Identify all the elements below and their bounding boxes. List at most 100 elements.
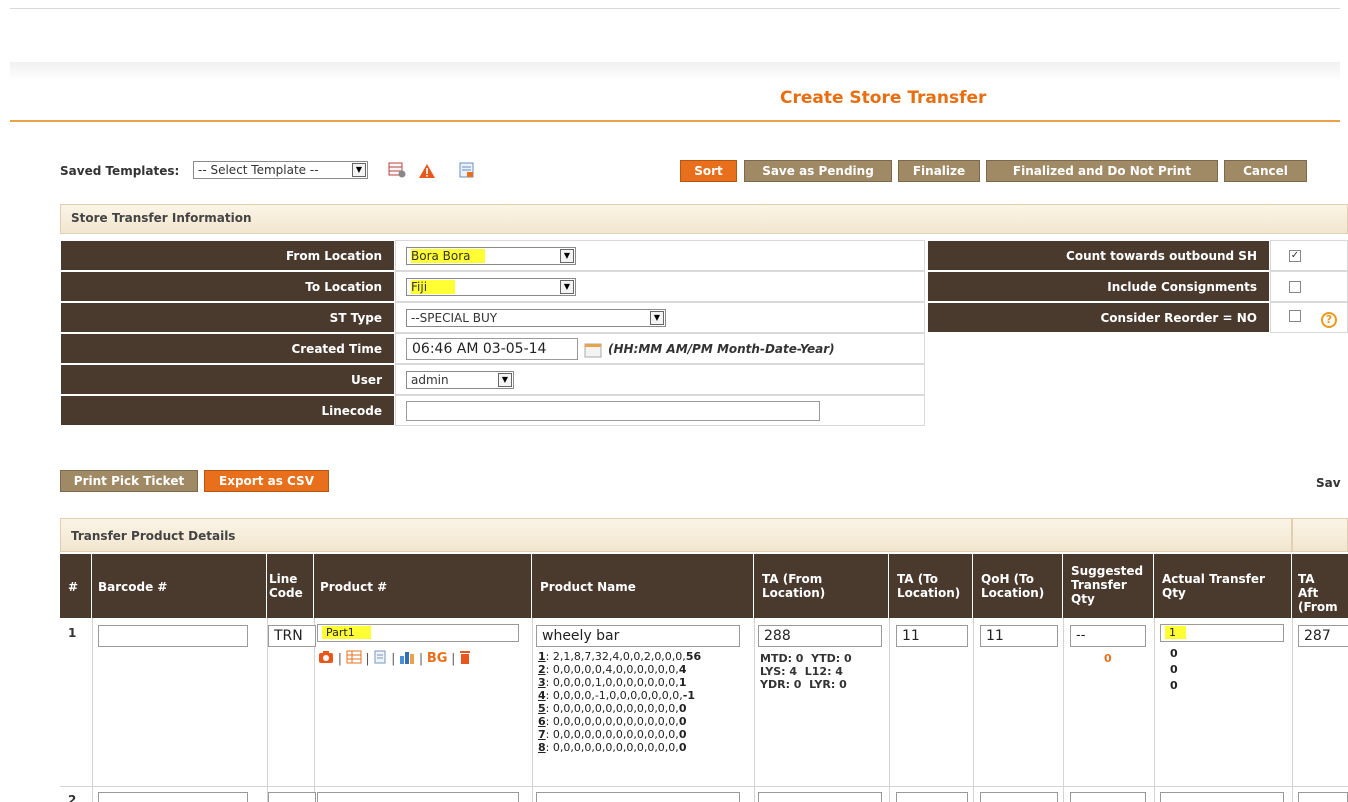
- line-code-input[interactable]: TRN: [268, 625, 316, 647]
- cancel-button[interactable]: Cancel: [1224, 160, 1307, 182]
- line-code-input[interactable]: [268, 792, 316, 802]
- created-time-row: Created Time 06:46 AM 03-05-14 (HH:MM AM…: [60, 333, 925, 364]
- from-location-select[interactable]: Bora Bora ▼: [406, 247, 576, 265]
- col-ta-to: TA (To Location): [889, 554, 973, 618]
- include-consignments-checkbox[interactable]: [1289, 281, 1301, 293]
- history-line: 5: 0,0,0,0,0,0,0,0,0,0,0,0,0: [538, 702, 687, 715]
- calendar-icon[interactable]: [584, 342, 602, 358]
- sort-button[interactable]: Sort: [680, 160, 737, 182]
- help-icon[interactable]: ?: [1321, 312, 1337, 328]
- col-product: Product #: [314, 554, 532, 618]
- barcode-input[interactable]: [98, 625, 248, 647]
- col-product-name: Product Name: [532, 554, 754, 618]
- user-value: admin: [411, 373, 449, 387]
- chevron-down-icon: ▼: [352, 163, 366, 177]
- from-location-value: Bora Bora: [411, 249, 485, 263]
- bg-icon[interactable]: BG: [427, 651, 448, 666]
- warning-icon[interactable]: [418, 163, 436, 179]
- chevron-down-icon: ▼: [650, 311, 664, 325]
- store-info-table: From Location Bora Bora ▼ To Location Fi…: [60, 240, 925, 426]
- from-location-row: From Location Bora Bora ▼: [60, 240, 925, 271]
- history-line: 1: 2,1,8,7,32,4,0,0,2,0,0,0,56: [538, 650, 702, 663]
- user-cell: admin ▼: [395, 364, 925, 395]
- product-input[interactable]: Part1: [317, 624, 519, 642]
- created-time-input[interactable]: 06:46 AM 03-05-14: [406, 338, 578, 360]
- page-title: Create Store Transfer: [780, 88, 987, 108]
- linecode-input[interactable]: [406, 401, 820, 421]
- col-num: #: [60, 554, 92, 618]
- camera-icon[interactable]: [318, 650, 334, 667]
- separator: |: [337, 651, 342, 666]
- trash-icon[interactable]: [459, 650, 471, 667]
- col-ta-after-label: TA Aft (From: [1298, 572, 1338, 614]
- consider-reorder-checkbox[interactable]: [1289, 310, 1301, 322]
- st-type-select[interactable]: --SPECIAL BUY ▼: [406, 309, 666, 327]
- history-line: 3: 0,0,0,0,1,0,0,0,0,0,0,0,1: [538, 676, 687, 689]
- qoh-to-input[interactable]: 11: [980, 625, 1058, 647]
- row-number: 1: [68, 626, 77, 640]
- finalize-no-print-button[interactable]: Finalized and Do Not Print: [986, 160, 1218, 182]
- separator: |: [451, 651, 456, 666]
- chevron-down-icon: ▼: [560, 249, 574, 263]
- ta-from-input[interactable]: 288: [758, 625, 882, 647]
- count-outbound-checkbox[interactable]: ✓: [1289, 250, 1301, 262]
- stat-ydr: YDR: 0: [760, 678, 802, 691]
- document-icon[interactable]: [373, 650, 387, 667]
- col-qoh-to: QoH (To Location): [973, 554, 1063, 618]
- actual-qty-input[interactable]: [1160, 792, 1284, 802]
- barcode-input[interactable]: [98, 792, 248, 802]
- history-line: 6: 0,0,0,0,0,0,0,0,0,0,0,0,0: [538, 715, 687, 728]
- history-line: 7: 0,0,0,0,0,0,0,0,0,0,0,0,0: [538, 728, 687, 741]
- to-location-label: To Location: [60, 271, 395, 302]
- grid-header: # Barcode # Line Code Product # Product …: [60, 554, 1348, 618]
- from-location-cell: Bora Bora ▼: [395, 240, 925, 271]
- history-line: 8: 0,0,0,0,0,0,0,0,0,0,0,0,0: [538, 741, 687, 754]
- qoh-to-input[interactable]: [980, 792, 1058, 802]
- actual-qty-input[interactable]: 1: [1160, 624, 1284, 642]
- product-actions: | | | | BG |: [318, 650, 471, 668]
- suggested-qty-input[interactable]: --: [1070, 625, 1146, 647]
- sales-history: 1: 2,1,8,7,32,4,0,0,2,0,0,0,56 2: 0,0,0,…: [538, 650, 758, 754]
- table-row: 1 TRN Part1 | | | | BG | wheely bar 1: 2…: [60, 618, 1348, 786]
- table-row: 2: [60, 787, 1348, 802]
- product-value: Part1: [322, 626, 371, 639]
- product-input[interactable]: [317, 792, 519, 802]
- save-link-truncated[interactable]: Sav: [1316, 476, 1341, 490]
- history-line: 4: 0,0,0,0,-1,0,0,0,0,0,0,0,-1: [538, 689, 696, 702]
- product-name-input[interactable]: [536, 792, 740, 802]
- st-type-cell: --SPECIAL BUY ▼: [395, 302, 925, 333]
- load-template-icon[interactable]: [388, 162, 406, 178]
- st-type-value: --SPECIAL BUY: [411, 311, 498, 325]
- print-pick-ticket-button[interactable]: Print Pick Ticket: [60, 470, 198, 492]
- col-barcode: Barcode #: [92, 554, 267, 618]
- chevron-down-icon: ▼: [498, 373, 512, 387]
- bar-chart-icon[interactable]: [399, 650, 415, 667]
- template-select[interactable]: -- Select Template -- ▼: [193, 161, 368, 179]
- linecode-cell: [395, 395, 925, 426]
- finalize-button[interactable]: Finalize: [898, 160, 980, 182]
- actual-qty-sub: 0 0 0: [1170, 647, 1178, 692]
- user-select[interactable]: admin ▼: [406, 371, 514, 389]
- count-outbound-label: Count towards outbound SH: [927, 240, 1270, 271]
- ta-after-input[interactable]: [1298, 792, 1348, 802]
- ta-from-input[interactable]: [758, 792, 882, 802]
- linecode-label: Linecode: [60, 395, 395, 426]
- col-ta-from: TA (From Location): [754, 554, 889, 618]
- stat-lys: LYS: 4: [760, 665, 798, 678]
- save-as-pending-button[interactable]: Save as Pending: [744, 160, 892, 182]
- ta-after-input[interactable]: 287: [1298, 625, 1348, 647]
- history-line: 2: 0,0,0,0,0,4,0,0,0,0,0,0,4: [538, 663, 687, 676]
- save-template-icon[interactable]: [458, 162, 476, 178]
- created-time-label: Created Time: [60, 333, 395, 364]
- export-csv-button[interactable]: Export as CSV: [204, 470, 329, 492]
- suggested-qty-input[interactable]: [1070, 792, 1146, 802]
- ta-to-input[interactable]: [896, 792, 968, 802]
- top-divider: [10, 8, 1340, 9]
- to-location-select[interactable]: Fiji ▼: [406, 278, 576, 296]
- template-select-value: -- Select Template --: [198, 163, 319, 177]
- st-type-row: ST Type --SPECIAL BUY ▼: [60, 302, 925, 333]
- st-type-label: ST Type: [60, 302, 395, 333]
- ta-to-input[interactable]: 11: [896, 625, 968, 647]
- product-name-input[interactable]: wheely bar: [536, 625, 740, 647]
- table-icon[interactable]: [346, 650, 362, 667]
